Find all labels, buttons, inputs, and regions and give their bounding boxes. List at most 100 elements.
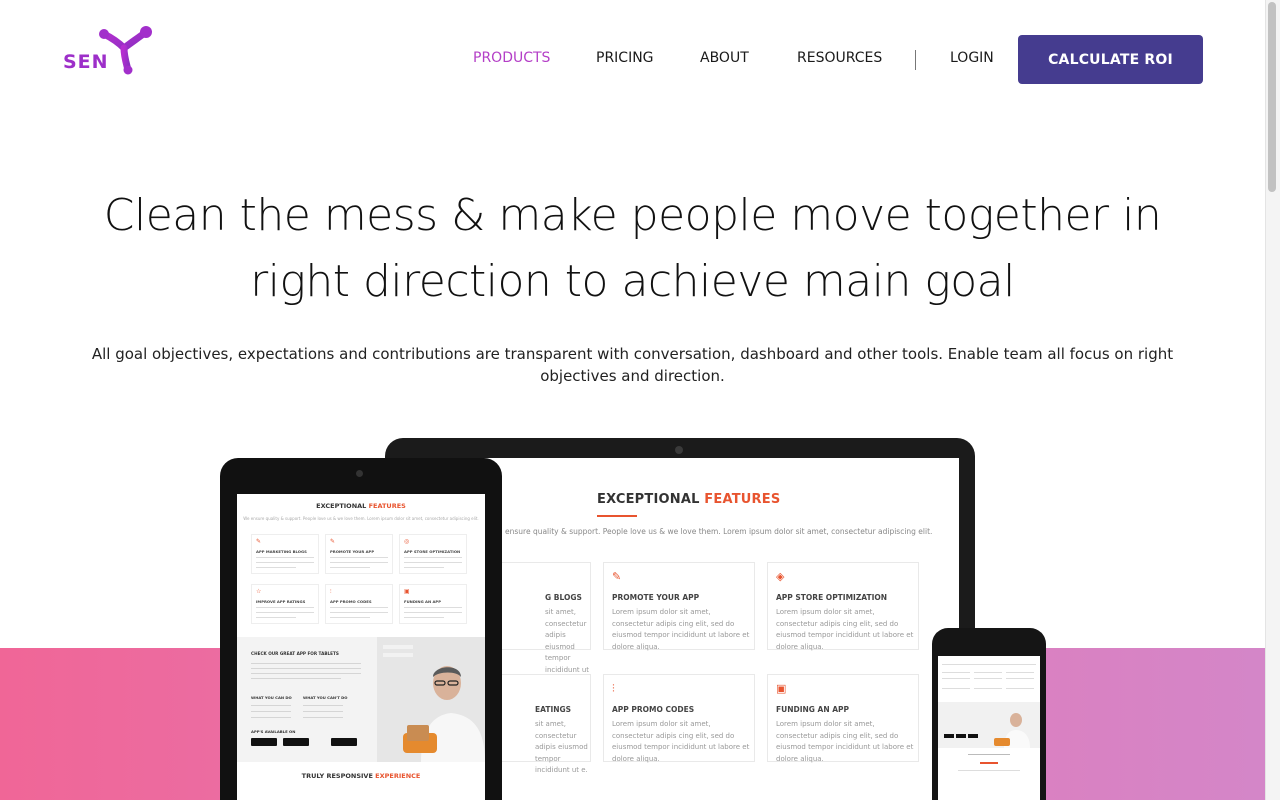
text-line [404, 567, 444, 568]
tablet-card-title: APP PROMO CODES [330, 599, 372, 604]
text-line [1006, 688, 1034, 689]
nav-pricing[interactable]: PRICING [596, 50, 654, 66]
tablet-feature-card: ✎ PROMOTE YOUR APP [325, 534, 393, 574]
nav-about[interactable]: ABOUT [700, 50, 749, 66]
text-line [330, 567, 370, 568]
tablet-feature-card: ⫶ APP PROMO CODES [325, 584, 393, 624]
brand-logo[interactable]: SEN [62, 24, 154, 76]
target-icon: ◎ [404, 538, 410, 545]
phone-person-illustration [944, 713, 1030, 748]
text-line [974, 678, 1002, 679]
hero-title-line-2: right direction to achieve main goal [250, 256, 1015, 307]
text-line [942, 672, 970, 673]
text-line [251, 717, 291, 718]
hero-title: Clean the mess & make people move togeth… [0, 183, 1265, 315]
tablet-title-highlight: FEATURES [368, 502, 406, 510]
text-line [256, 612, 314, 613]
text-line [974, 688, 1002, 689]
tablet-feature-card: ☆ IMPROVE APP RATINGS [251, 584, 319, 624]
text-line [303, 717, 343, 718]
text-line [251, 673, 361, 674]
feature-card: ▣ FUNDING AN APP Lorem ipsum dolor sit a… [767, 674, 919, 763]
scrollbar-thumb[interactable] [1268, 2, 1276, 192]
layers-icon: ◈ [776, 570, 785, 583]
site-header: SEN PRODUCTS PRICING ABOUT RESOURCES LOG… [0, 0, 1265, 120]
tablet-promo-section: CHECK OUR GREAT APP FOR TABLETS WHAT YOU… [237, 637, 485, 762]
text-line [251, 705, 291, 706]
pen-icon: ✎ [256, 538, 262, 545]
laptop-camera [675, 446, 683, 454]
nav-divider [915, 50, 916, 70]
man-with-tablet-photo [377, 637, 485, 762]
feature-card-title: APP PROMO CODES [612, 705, 695, 714]
hero-title-line-1: Clean the mess & make people move togeth… [103, 190, 1162, 241]
briefcase-icon: ▣ [404, 588, 410, 595]
google-play-badge[interactable] [283, 738, 309, 746]
text-line [1006, 672, 1034, 673]
laptop-title-plain: EXCEPTIONAL [597, 492, 705, 507]
logo-mark-icon [99, 26, 152, 75]
tablet-promo-can-heading: WHAT YOU CAN DO [251, 695, 292, 700]
laptop-title-underline [597, 515, 637, 517]
text-line [251, 678, 341, 679]
text-line [404, 562, 462, 563]
feature-card-text: Lorem ipsum dolor sit amet, consectetur … [776, 608, 914, 651]
feature-card-title: EATINGS [535, 705, 572, 714]
tablet-promo-title: CHECK OUR GREAT APP FOR TABLETS [251, 651, 339, 656]
feature-card-title: G BLOGS [545, 593, 582, 602]
tablet-bottom-highlight: EXPERIENCE [375, 772, 421, 780]
feature-card-text: Lorem ipsum dolor sit amet, consectetur … [612, 608, 750, 651]
app-store-badge[interactable] [251, 738, 277, 746]
feature-card-text: Lorem ipsum dolor sit amet, consectetur … [776, 720, 914, 763]
text-line [330, 562, 388, 563]
text-line [404, 557, 462, 558]
tablet-feature-card: ◎ APP STORE OPTIMIZATION [399, 534, 467, 574]
feature-card-text: Lorem ipsum dolor sit amet, consectetur … [612, 720, 750, 763]
sliders-icon: ⫶ [330, 588, 332, 595]
nav-resources[interactable]: RESOURCES [797, 50, 882, 66]
text-line [256, 607, 314, 608]
text-line [256, 567, 296, 568]
tablet-screen-title: EXCEPTIONAL FEATURES [237, 502, 485, 510]
laptop-screen-subtitle: ensure quality & support. People love us… [505, 527, 933, 536]
megaphone-icon: ✎ [612, 570, 622, 583]
tablet-card-title: PROMOTE YOUR APP [330, 549, 375, 554]
text-line [303, 705, 343, 706]
text-line [1006, 678, 1034, 679]
tablet-promo-available: APP'S AVAILABLE ON [251, 729, 296, 734]
windows-store-badge[interactable] [331, 738, 357, 746]
text-line [968, 754, 1010, 755]
tablet-bottom-plain: TRULY RESPONSIVE [301, 772, 376, 780]
tablet-card-title: APP STORE OPTIMIZATION [404, 549, 461, 554]
feature-card-title: FUNDING AN APP [776, 705, 850, 714]
tablet-mockup: EXCEPTIONAL FEATURES We ensure quality &… [220, 458, 502, 800]
tablet-feature-card: ✎ APP MARKETING BLOGS [251, 534, 319, 574]
nav-products[interactable]: PRODUCTS [473, 50, 550, 66]
text-line [404, 607, 462, 608]
feature-card-title: PROMOTE YOUR APP [612, 593, 700, 602]
sliders-icon: ⫶ [612, 682, 615, 695]
feature-card: ✎ PROMOTE YOUR APP Lorem ipsum dolor sit… [603, 562, 755, 651]
tablet-card-title: IMPROVE APP RATINGS [256, 599, 306, 604]
feature-card-title: APP STORE OPTIMIZATION [776, 593, 888, 602]
text-line [330, 612, 388, 613]
tablet-bottom-heading: TRULY RESPONSIVE EXPERIENCE [237, 772, 485, 780]
tablet-feature-card: ▣ FUNDING AN APP [399, 584, 467, 624]
text-line [303, 711, 343, 712]
person-illustration [377, 637, 485, 762]
feature-card-text: sit amet, consectetur adipis eiusmod tem… [535, 720, 588, 774]
text-line [974, 672, 1002, 673]
tablet-title-plain: EXCEPTIONAL [316, 502, 369, 510]
tablet-card-title: APP MARKETING BLOGS [256, 549, 307, 554]
phone-screen [938, 656, 1040, 800]
text-line [256, 617, 296, 618]
calculate-roi-button[interactable]: CALCULATE ROI [1018, 35, 1203, 84]
tablet-promo-cant-heading: WHAT YOU CAN'T DO [303, 695, 348, 700]
laptop-screen-title: EXCEPTIONAL FEATURES [597, 492, 780, 507]
text-line [251, 668, 361, 669]
text-line [958, 770, 1020, 771]
nav-login[interactable]: LOGIN [950, 50, 994, 66]
text-line [404, 617, 444, 618]
text-line [256, 562, 314, 563]
feature-card: ◈ APP STORE OPTIMIZATION Lorem ipsum dol… [767, 562, 919, 651]
